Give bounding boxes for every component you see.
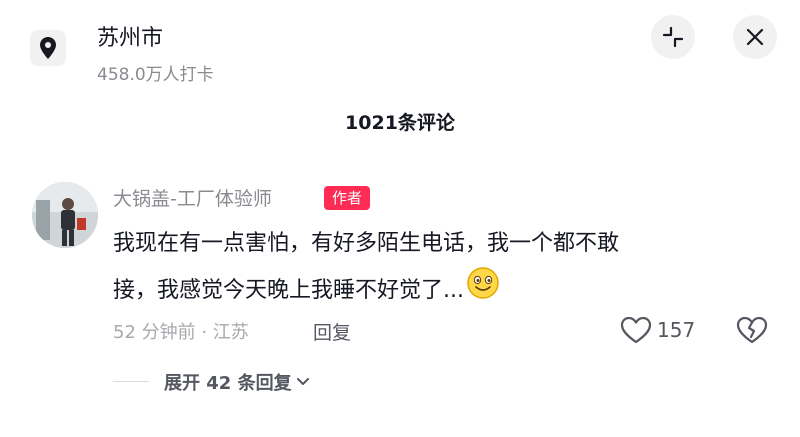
close-button[interactable] [733, 15, 777, 59]
avatar[interactable] [32, 182, 98, 248]
collapse-icon [662, 26, 684, 48]
expand-replies-button[interactable]: 展开 42 条回复 [164, 369, 310, 395]
heart-icon[interactable] [620, 316, 652, 348]
comment-username[interactable]: 大锅盖-工厂体验师 [113, 184, 272, 211]
author-badge: 作者 [324, 186, 371, 210]
collapse-button[interactable] [651, 15, 695, 59]
close-icon [746, 28, 764, 46]
comment-count-title: 1021条评论 [345, 112, 455, 134]
chevron-down-icon [296, 378, 309, 385]
broken-heart-icon[interactable] [736, 316, 768, 348]
location-pin-icon[interactable] [30, 30, 66, 66]
location-title[interactable]: 苏州市 [97, 20, 163, 52]
reply-divider [113, 381, 149, 382]
comment-text: 我现在有一点害怕，有好多陌生电话，我一个都不敢 接，我感觉今天晚上我睡不好觉了.… [113, 222, 753, 316]
comment-text-line-2: 接，我感觉今天晚上我睡不好觉了... [113, 266, 753, 316]
like-count: 157 [657, 318, 696, 342]
smile-emoji-icon [466, 266, 500, 316]
comment-text-line-1: 我现在有一点害怕，有好多陌生电话，我一个都不敢 [113, 231, 620, 256]
expand-replies-label: 展开 42 条回复 [164, 373, 292, 394]
reply-button[interactable]: 回复 [313, 318, 351, 345]
checkin-count: 458.0万人打卡 [97, 65, 214, 85]
comment-meta: 52 分钟前 · 江苏 [113, 322, 249, 343]
comment-text-line-2-text: 接，我感觉今天晚上我睡不好觉了... [113, 278, 464, 303]
